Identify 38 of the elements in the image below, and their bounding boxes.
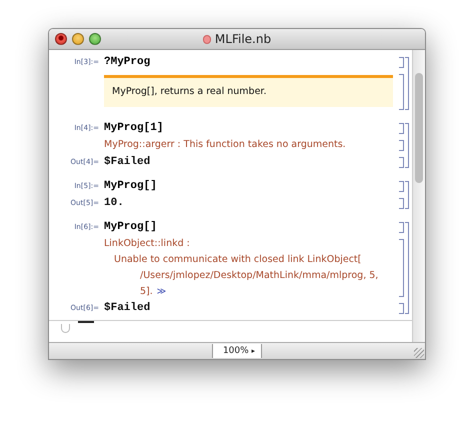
output-value: 10. [104,197,124,209]
output-value: $Failed [104,156,150,168]
usage-text: MyProg[], returns a real number. [112,86,266,97]
input-code: MyProg[1] [104,122,164,134]
cell-bracket[interactable] [399,303,404,314]
message-text: /Users/jmlopez/Desktop/MathLink/mma/mlprog, 5, [140,270,378,281]
window-title: MLFile.nb [214,32,272,46]
group-bracket[interactable] [405,123,409,168]
cell-bracket[interactable] [399,239,404,297]
scrollbar-thumb[interactable] [415,73,423,183]
zoom-button[interactable] [89,33,101,45]
group-bracket[interactable] [405,222,409,314]
cell-bracket[interactable] [399,140,404,151]
input-code: MyProg[] [104,180,157,192]
minimize-button[interactable] [72,33,84,45]
input-code: ?MyProg [104,56,150,68]
output-value: $Failed [104,302,150,314]
cell-bracket[interactable] [399,157,404,168]
close-button[interactable] [55,33,67,45]
scrollbar[interactable] [412,50,425,342]
resize-grip-icon[interactable] [414,348,424,358]
group-bracket[interactable] [405,181,409,209]
message-title: MyProg::argerr : This function takes no arguments. [104,138,347,152]
cell-bracket[interactable] [399,123,404,134]
input-code: MyProg[] [104,221,157,233]
message-text: Unable to communicate with closed link LinkObject[ [114,254,362,265]
insertion-cursor [78,321,94,323]
cell-bracket[interactable] [399,198,404,209]
cell-bracket[interactable] [399,74,404,110]
message-title: LinkObject::linkd : [104,237,191,251]
cell-bracket[interactable] [399,181,404,192]
message-text: 5]. [140,286,153,297]
add-cell-icon[interactable] [61,324,70,332]
document-icon [202,34,211,44]
cell-bracket[interactable] [399,222,404,233]
more-link[interactable]: ≫ [156,287,166,297]
group-bracket[interactable] [405,57,409,110]
cell-bracket[interactable] [399,57,404,68]
